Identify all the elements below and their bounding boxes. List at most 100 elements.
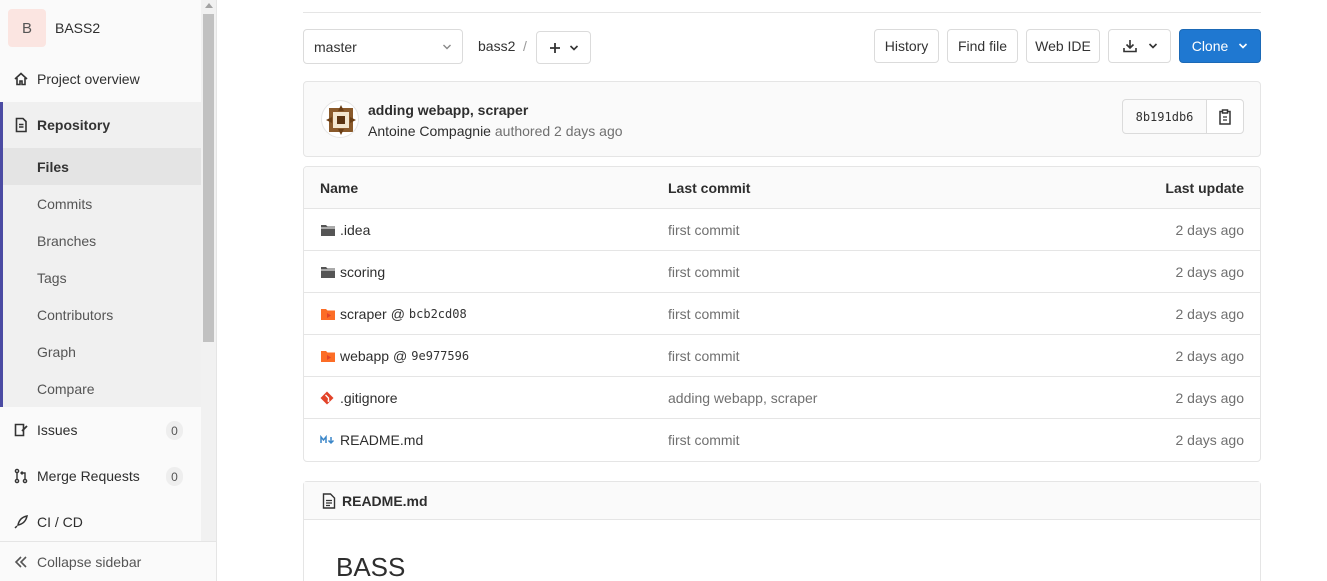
row-last-commit[interactable]: first commit xyxy=(668,222,740,238)
sidebar-item-issues[interactable]: Issues 0 xyxy=(0,407,201,453)
file-name[interactable]: .gitignore xyxy=(340,390,398,406)
sidebar-subitem-branches[interactable]: Branches xyxy=(3,222,201,259)
scrollbar-thumb[interactable] xyxy=(203,14,214,342)
submodule-sha[interactable]: 9e977596 xyxy=(411,349,469,363)
chevron-down-icon xyxy=(569,44,578,51)
document-icon xyxy=(322,492,336,509)
sidebar-subitem-tags[interactable]: Tags xyxy=(3,259,201,296)
document-icon xyxy=(13,117,29,133)
sidebar-subitem-contributors[interactable]: Contributors xyxy=(3,296,201,333)
sidebar-subitem-commits[interactable]: Commits xyxy=(3,185,201,222)
readme-header: README.md xyxy=(304,482,1260,520)
sidebar-item-merge-requests[interactable]: Merge Requests 0 xyxy=(0,453,201,499)
sidebar-item-label: Project overview xyxy=(37,71,140,87)
table-row[interactable]: README.md first commit 2 days ago xyxy=(304,419,1260,461)
download-dropdown[interactable] xyxy=(1108,29,1171,63)
sidebar-subitem-files[interactable]: Files xyxy=(3,148,201,185)
row-last-update: 2 days ago xyxy=(1175,221,1245,238)
row-last-commit[interactable]: first commit xyxy=(668,348,740,364)
sidebar-item-label: Issues xyxy=(37,422,78,438)
git-icon xyxy=(320,390,336,406)
breadcrumb-separator: / xyxy=(523,38,527,54)
commit-author[interactable]: Antoine Compagnie xyxy=(368,123,491,139)
clipboard-icon xyxy=(1219,108,1231,125)
submodule-icon xyxy=(320,306,336,322)
markdown-icon xyxy=(320,432,336,448)
breadcrumb-project[interactable]: bass2 xyxy=(478,38,515,54)
table-row[interactable]: scraper @ bcb2cd08 first commit 2 days a… xyxy=(304,293,1260,335)
submodule-icon xyxy=(320,348,336,364)
copy-sha-button[interactable] xyxy=(1207,100,1243,133)
branch-select[interactable]: master xyxy=(303,29,463,64)
file-name[interactable]: .idea xyxy=(340,222,370,238)
column-header-last-commit: Last commit xyxy=(668,179,751,196)
commit-time: 2 days ago xyxy=(554,123,623,139)
sidebar-item-repository[interactable]: Repository xyxy=(3,102,201,148)
collapse-sidebar-button[interactable]: Collapse sidebar xyxy=(0,541,216,581)
submodule-at: @ xyxy=(393,347,408,364)
branch-select-value: master xyxy=(314,38,357,55)
file-tree-table: Name Last commit Last update .idea first… xyxy=(303,166,1261,462)
row-last-update: 2 days ago xyxy=(1175,347,1245,364)
scroll-up-arrow-icon[interactable] xyxy=(205,3,213,8)
merge-requests-count-badge: 0 xyxy=(166,467,183,486)
commit-meta: Antoine Compagnie authored 2 days ago xyxy=(368,123,623,139)
readme-filename[interactable]: README.md xyxy=(342,493,428,509)
sidebar: B BASS2 Project overview Repository File… xyxy=(0,0,217,581)
row-last-commit[interactable]: adding webapp, scraper xyxy=(668,390,817,406)
submodule-sha[interactable]: bcb2cd08 xyxy=(409,307,467,321)
clone-dropdown[interactable]: Clone xyxy=(1179,29,1261,63)
home-icon xyxy=(13,71,29,87)
issues-count-badge: 0 xyxy=(166,421,183,440)
row-last-update: 2 days ago xyxy=(1175,389,1245,406)
row-last-update: 2 days ago xyxy=(1175,263,1245,280)
merge-request-icon xyxy=(13,468,29,484)
sidebar-item-label: Repository xyxy=(37,117,111,133)
row-last-commit[interactable]: first commit xyxy=(668,306,740,322)
table-row[interactable]: .gitignore adding webapp, scraper 2 days… xyxy=(304,377,1260,419)
sidebar-group-repository: Repository Files Commits Branches Tags C… xyxy=(0,102,201,407)
file-name[interactable]: webapp xyxy=(340,348,389,364)
chevron-down-icon xyxy=(1239,43,1248,49)
issues-icon xyxy=(13,422,29,438)
find-file-button[interactable]: Find file xyxy=(947,29,1018,63)
divider xyxy=(303,12,1261,13)
sidebar-item-label: CI / CD xyxy=(37,514,83,530)
file-name[interactable]: scoring xyxy=(340,264,385,280)
file-name[interactable]: scraper xyxy=(340,306,387,322)
last-commit-panel: adding webapp, scraper Antoine Compagnie… xyxy=(303,81,1261,157)
add-file-dropdown[interactable] xyxy=(536,31,591,64)
row-last-update: 2 days ago xyxy=(1175,305,1245,322)
row-last-commit[interactable]: first commit xyxy=(668,264,740,280)
row-last-commit[interactable]: first commit xyxy=(668,432,740,448)
commit-sha[interactable]: 8b191db6 xyxy=(1123,100,1207,133)
commit-authored-label: authored xyxy=(494,123,551,139)
column-header-name: Name xyxy=(320,179,359,196)
submodule-at: @ xyxy=(390,305,405,322)
collapse-sidebar-label: Collapse sidebar xyxy=(37,553,142,570)
plus-icon xyxy=(549,42,560,53)
table-row[interactable]: scoring first commit 2 days ago xyxy=(304,251,1260,293)
commit-sha-group: 8b191db6 xyxy=(1122,99,1244,134)
project-header[interactable]: B BASS2 xyxy=(0,0,201,56)
sidebar-item-label: Merge Requests xyxy=(37,468,140,484)
double-chevron-left-icon xyxy=(14,555,27,568)
sidebar-item-project-overview[interactable]: Project overview xyxy=(0,56,201,102)
chevron-down-icon xyxy=(1148,43,1157,49)
table-row[interactable]: webapp @ 9e977596 first commit 2 days ag… xyxy=(304,335,1260,377)
commit-title[interactable]: adding webapp, scraper xyxy=(368,102,528,118)
file-name[interactable]: README.md xyxy=(340,432,423,448)
table-row[interactable]: .idea first commit 2 days ago xyxy=(304,209,1260,251)
web-ide-button[interactable]: Web IDE xyxy=(1026,29,1100,63)
sidebar-subitem-graph[interactable]: Graph xyxy=(3,333,201,370)
sidebar-scrollbar[interactable] xyxy=(201,0,216,541)
sidebar-item-cicd[interactable]: CI / CD xyxy=(0,499,201,541)
clone-label: Clone xyxy=(1191,38,1229,54)
sidebar-scroll-area: B BASS2 Project overview Repository File… xyxy=(0,0,201,541)
repo-toolbar: master bass2 / History Find file Web IDE… xyxy=(303,29,1261,64)
rocket-icon xyxy=(13,514,29,530)
readme-heading: BASS xyxy=(336,552,406,581)
history-button[interactable]: History xyxy=(874,29,939,63)
author-avatar[interactable] xyxy=(321,100,359,138)
sidebar-subitem-compare[interactable]: Compare xyxy=(3,370,201,407)
